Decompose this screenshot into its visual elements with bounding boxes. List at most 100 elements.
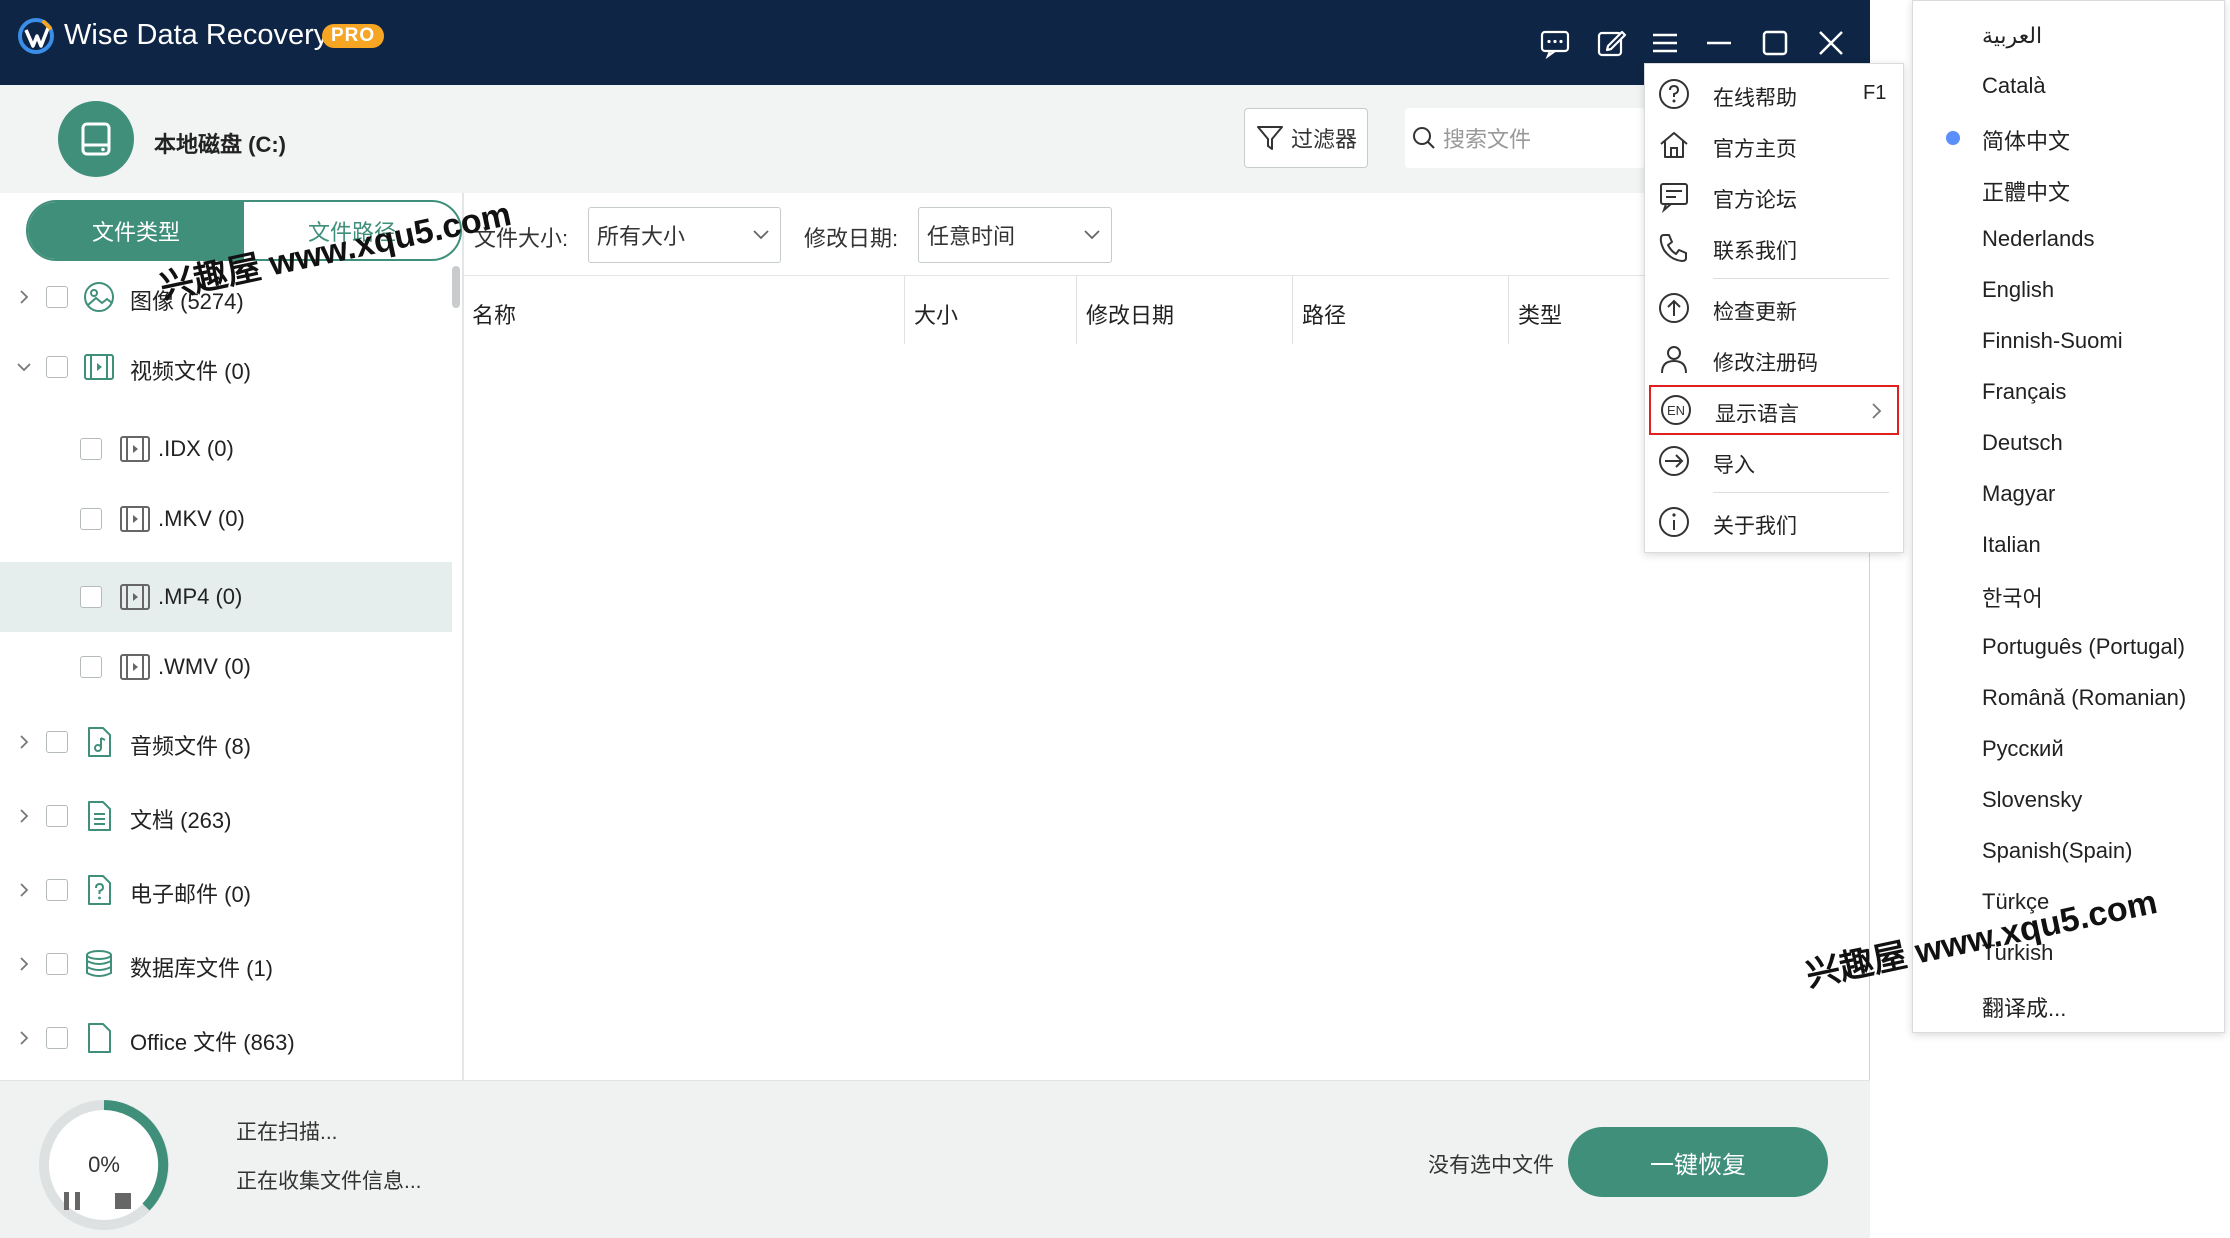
maximize-icon[interactable] xyxy=(1758,26,1792,60)
home-icon xyxy=(1660,132,1688,158)
tree-item-documents[interactable]: 文档 (263) xyxy=(0,781,452,851)
language-option-english[interactable]: English xyxy=(1982,277,2054,303)
language-option-french[interactable]: Français xyxy=(1982,379,2066,405)
tree-item-idx[interactable]: .IDX (0) xyxy=(0,414,452,484)
menu-item-forum[interactable]: 官方论坛 xyxy=(1645,171,1903,221)
language-option-korean[interactable]: 한국어 xyxy=(1982,581,2043,613)
chevron-down-icon[interactable] xyxy=(16,359,32,375)
menu-icon[interactable] xyxy=(1648,26,1682,60)
language-option-portuguese[interactable]: Português (Portugal) xyxy=(1982,634,2185,660)
column-path[interactable]: 路径 xyxy=(1302,298,1346,330)
chevron-right-icon[interactable] xyxy=(16,734,32,750)
selection-status: 没有选中文件 xyxy=(1428,1154,1554,1177)
tree-item-mkv[interactable]: .MKV (0) xyxy=(0,484,452,554)
menu-item-register[interactable]: 修改注册码 xyxy=(1645,334,1903,384)
filter-button[interactable]: 过滤器 xyxy=(1244,108,1368,168)
tree-item-audio[interactable]: 音频文件 (8) xyxy=(0,707,452,777)
tree-item-label: .WMV (0) xyxy=(158,654,251,679)
column-name[interactable]: 名称 xyxy=(472,298,516,330)
chevron-right-icon[interactable] xyxy=(16,956,32,972)
tree-item-wmv[interactable]: .WMV (0) xyxy=(0,632,452,702)
filter-icon xyxy=(1256,126,1283,150)
language-option-catalan[interactable]: Català xyxy=(1982,73,2046,99)
checkbox[interactable] xyxy=(46,286,68,308)
language-option-spanish[interactable]: Spanish(Spain) xyxy=(1982,838,2132,864)
menu-item-contact[interactable]: 联系我们 xyxy=(1645,222,1903,272)
video-file-icon xyxy=(120,654,150,680)
date-filter-select[interactable]: 任意时间 xyxy=(918,207,1112,263)
column-type[interactable]: 类型 xyxy=(1518,298,1562,330)
language-option-finnish[interactable]: Finnish-Suomi xyxy=(1982,328,2123,354)
user-icon xyxy=(1661,346,1687,374)
menu-item-homepage[interactable]: 官方主页 xyxy=(1645,120,1903,170)
menu-item-display-language[interactable]: EN 显示语言 xyxy=(1649,385,1899,435)
menu-item-label: 检查更新 xyxy=(1713,301,1797,324)
phone-icon xyxy=(1659,234,1687,262)
tree-item-email[interactable]: 电子邮件 (0) xyxy=(0,855,452,925)
language-option-arabic[interactable]: العربية xyxy=(1982,23,2042,49)
column-separator[interactable] xyxy=(904,276,905,344)
tree-item-label: 数据库文件 (1) xyxy=(130,956,274,981)
tree-scrollbar[interactable] xyxy=(452,266,460,308)
pause-icon[interactable] xyxy=(58,1186,88,1216)
checkbox[interactable] xyxy=(80,656,102,678)
language-option-romanian[interactable]: Română (Romanian) xyxy=(1982,685,2186,711)
menu-separator xyxy=(1713,492,1889,493)
help-icon xyxy=(1659,79,1689,109)
tree-item-mp4[interactable]: .MP4 (0) xyxy=(0,562,452,632)
menu-item-check-update[interactable]: 检查更新 xyxy=(1645,283,1903,333)
app-logo-icon xyxy=(18,18,54,54)
menu-item-label: 官方主页 xyxy=(1713,138,1797,161)
tree-item-videos[interactable]: 视频文件 (0) xyxy=(0,332,452,402)
search-icon xyxy=(1413,127,1435,149)
language-option-dutch[interactable]: Nederlands xyxy=(1982,226,2095,252)
size-filter-select[interactable]: 所有大小 xyxy=(588,207,781,263)
feedback-icon[interactable] xyxy=(1538,26,1572,60)
language-option-russian[interactable]: Русский xyxy=(1982,736,2064,762)
language-option-traditional-chinese[interactable]: 正體中文 xyxy=(1982,175,2070,207)
menu-item-label: 官方论坛 xyxy=(1713,189,1797,212)
checkbox[interactable] xyxy=(80,586,102,608)
language-option-simplified-chinese[interactable]: 简体中文 xyxy=(1982,124,2070,156)
column-modified-date[interactable]: 修改日期 xyxy=(1086,298,1174,330)
stop-icon[interactable] xyxy=(108,1186,138,1216)
search-input[interactable]: 搜索文件 xyxy=(1405,108,1645,168)
menu-separator xyxy=(1713,278,1889,279)
language-option-slovak[interactable]: Slovensky xyxy=(1982,787,2082,813)
update-icon xyxy=(1659,293,1689,323)
checkbox[interactable] xyxy=(46,879,68,901)
video-file-icon xyxy=(120,506,150,532)
checkbox[interactable] xyxy=(46,1027,68,1049)
office-file-icon xyxy=(88,1023,111,1053)
pro-badge: PRO xyxy=(322,24,385,48)
chevron-right-icon[interactable] xyxy=(16,882,32,898)
checkbox[interactable] xyxy=(46,805,68,827)
checkbox[interactable] xyxy=(46,731,68,753)
menu-item-import[interactable]: 导入 xyxy=(1645,436,1903,486)
menu-item-about[interactable]: 关于我们 xyxy=(1645,497,1903,547)
checkbox[interactable] xyxy=(46,356,68,378)
column-separator[interactable] xyxy=(1292,276,1293,344)
language-option-italian[interactable]: Italian xyxy=(1982,532,2041,558)
tree-item-database[interactable]: 数据库文件 (1) xyxy=(0,929,452,999)
database-icon xyxy=(86,950,112,977)
tree-item-office[interactable]: Office 文件 (863) xyxy=(0,1003,452,1073)
column-separator[interactable] xyxy=(1076,276,1077,344)
column-separator[interactable] xyxy=(1508,276,1509,344)
language-option-translate[interactable]: 翻译成... xyxy=(1982,991,2066,1023)
chevron-right-icon[interactable] xyxy=(16,289,32,305)
chevron-right-icon[interactable] xyxy=(16,1030,32,1046)
chevron-right-icon[interactable] xyxy=(16,808,32,824)
close-icon[interactable] xyxy=(1814,26,1848,60)
column-size[interactable]: 大小 xyxy=(914,298,958,330)
edit-icon[interactable] xyxy=(1594,26,1628,60)
menu-item-shortcut: F1 xyxy=(1863,82,1887,104)
checkbox[interactable] xyxy=(80,508,102,530)
language-option-hungarian[interactable]: Magyar xyxy=(1982,481,2055,507)
menu-item-online-help[interactable]: 在线帮助 F1 xyxy=(1645,69,1903,119)
minimize-icon[interactable] xyxy=(1702,26,1736,60)
checkbox[interactable] xyxy=(80,438,102,460)
recover-button[interactable]: 一键恢复 xyxy=(1568,1127,1828,1197)
checkbox[interactable] xyxy=(46,953,68,975)
language-option-german[interactable]: Deutsch xyxy=(1982,430,2063,456)
